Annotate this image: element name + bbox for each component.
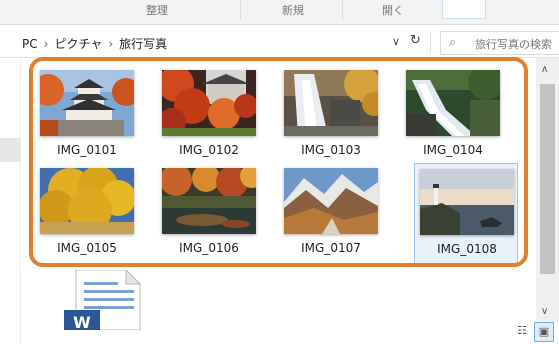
scroll-up-arrow-icon[interactable]: ∧ <box>541 64 548 75</box>
file-item-img-0107[interactable]: IMG_0107 <box>279 163 383 267</box>
file-name-label: IMG_0106 <box>179 241 239 255</box>
address-divider <box>430 31 431 53</box>
file-item-img-0101[interactable]: IMG_0101 <box>35 65 139 169</box>
word-document-icon[interactable]: W <box>64 270 144 330</box>
photo-thumbnail-mountain-valley <box>284 168 378 234</box>
breadcrumb-separator: › <box>108 37 114 51</box>
breadcrumb-pictures[interactable]: ピクチャ <box>54 37 102 51</box>
ribbon-tab-new[interactable]: 新規 <box>282 2 304 18</box>
photo-thumbnail-castle <box>40 70 134 136</box>
photo-thumbnail-autumn-pond <box>162 168 256 234</box>
breadcrumb-separator: › <box>43 37 49 51</box>
ribbon: 整理 新規 開く <box>0 0 559 25</box>
breadcrumb-travel-photos[interactable]: 旅行写真 <box>119 37 167 51</box>
details-view-icon[interactable]: ☷ <box>512 322 532 342</box>
search-placeholder: 旅行写真の検索 <box>475 38 552 51</box>
file-name-label: IMG_0105 <box>57 241 117 255</box>
chevron-down-icon[interactable]: ∨ <box>392 35 400 48</box>
photo-thumbnail-lighthouse-sunset <box>420 169 514 235</box>
file-item-img-0105[interactable]: IMG_0105 <box>35 163 139 267</box>
file-name-label: IMG_0101 <box>57 143 117 157</box>
scroll-down-arrow-icon[interactable]: ∨ <box>541 306 548 317</box>
breadcrumb-pc[interactable]: PC <box>22 37 38 51</box>
photo-thumbnail-castle-red-leaves <box>162 70 256 136</box>
file-item-img-0104[interactable]: IMG_0104 <box>401 65 505 169</box>
file-item-img-0106[interactable]: IMG_0106 <box>157 163 261 267</box>
file-name-label: IMG_0102 <box>179 143 239 157</box>
file-name-label: IMG_0103 <box>301 143 361 157</box>
svg-text:W: W <box>73 313 91 330</box>
ribbon-select-group[interactable] <box>442 0 486 19</box>
file-item-img-0103[interactable]: IMG_0103 <box>279 65 383 169</box>
navigation-pane-selected-item[interactable] <box>0 138 20 162</box>
photo-thumbnail-ginkgo-tree <box>40 168 134 234</box>
address-bar: PC › ピクチャ › 旅行写真 ∨ ↻ ⌕ 旅行写真の検索 <box>0 27 559 58</box>
photo-thumbnail-waterfall-forest <box>406 70 500 136</box>
ribbon-divider <box>342 0 343 20</box>
file-name-label: IMG_0107 <box>301 241 361 255</box>
ribbon-tab-organize[interactable]: 整理 <box>146 2 168 18</box>
file-name-label: IMG_0108 <box>437 242 497 256</box>
refresh-icon[interactable]: ↻ <box>410 33 421 48</box>
scrollbar-thumb[interactable] <box>540 84 555 274</box>
photo-thumbnail-waterfall-autumn <box>284 70 378 136</box>
pane-divider <box>20 58 21 344</box>
large-icons-view-icon[interactable]: ▣ <box>534 322 554 342</box>
file-item-img-0102[interactable]: IMG_0102 <box>157 65 261 169</box>
breadcrumb: PC › ピクチャ › 旅行写真 <box>22 35 167 52</box>
file-name-label: IMG_0104 <box>423 143 483 157</box>
ribbon-tab-open[interactable]: 開く <box>382 2 404 18</box>
file-item-img-0108[interactable]: IMG_0108 <box>414 163 518 267</box>
navigation-pane[interactable] <box>0 58 20 344</box>
search-input[interactable]: ⌕ 旅行写真の検索 <box>440 31 559 55</box>
search-icon: ⌕ <box>449 35 457 50</box>
ribbon-divider <box>240 0 241 20</box>
